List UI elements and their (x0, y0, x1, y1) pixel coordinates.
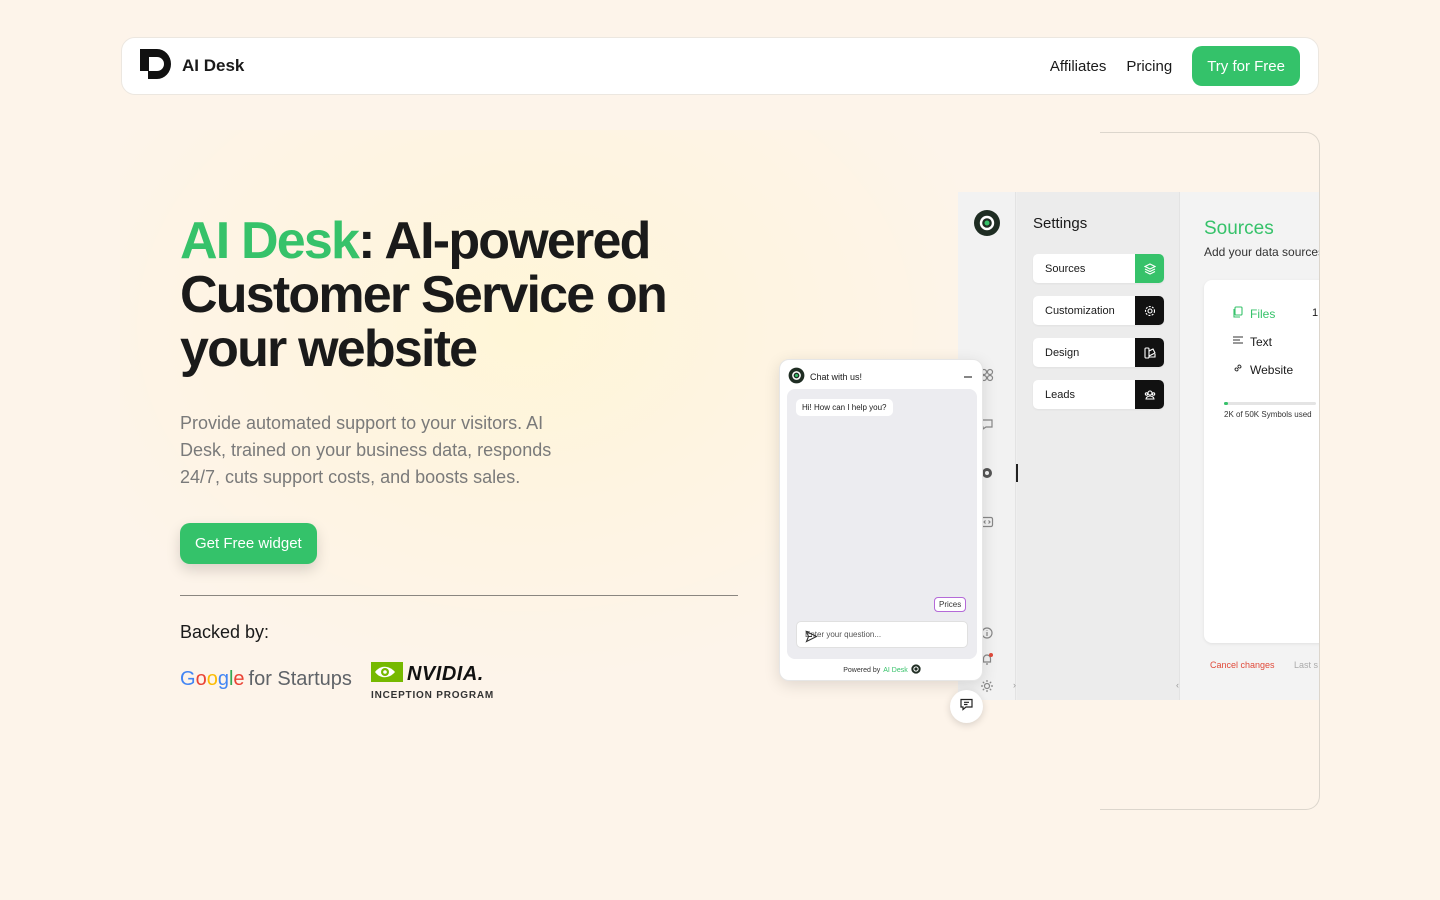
source-tab-files[interactable]: Files (1232, 306, 1275, 321)
collapse-chevron-icon[interactable]: ‹ (1176, 680, 1179, 690)
usage-progress-bar (1224, 402, 1316, 405)
settings-item-customization[interactable]: Customization (1033, 296, 1164, 325)
chat-launcher-button[interactable] (950, 690, 983, 723)
powered-by-brand[interactable]: AI Desk (883, 667, 908, 674)
brand-name: AI Desk (182, 56, 245, 75)
source-tab-label: Text (1250, 334, 1273, 349)
quick-reply-prices[interactable]: Prices (934, 597, 967, 612)
cog-icon (1135, 296, 1164, 325)
nvidia-inception-logo: NVIDIA. INCEPTION PROGRAM (371, 662, 494, 701)
source-tab-website[interactable]: Website (1232, 362, 1293, 377)
chat-header-title: Chat with us! (810, 371, 863, 382)
users-icon (1135, 380, 1164, 409)
brand[interactable]: AI Desk (140, 48, 245, 84)
text-cursor (1016, 464, 1018, 482)
google-wordmark: Google (180, 668, 245, 690)
settings-item-label: Design (1045, 346, 1080, 359)
chat-logo-icon (788, 367, 805, 386)
palette-icon (1135, 338, 1164, 367)
app-logo-icon (973, 209, 1001, 242)
nvidia-subtitle: INCEPTION PROGRAM (371, 690, 495, 701)
settings-item-label: Customization (1045, 304, 1115, 317)
settings-item-label: Sources (1045, 262, 1086, 275)
sources-panel: Sources Add your data sources Files 1 Te… (1180, 192, 1319, 700)
sources-title: Sources (1204, 218, 1274, 239)
settings-item-label: Leads (1045, 388, 1075, 401)
nav-link-affiliates[interactable]: Affiliates (1050, 58, 1106, 75)
bot-message: Hi! How can I help you? (796, 399, 893, 416)
minimize-icon[interactable] (963, 368, 973, 378)
files-count: 1 (1312, 307, 1319, 319)
settings-title: Settings (1033, 215, 1088, 232)
powered-logo-icon (911, 664, 921, 676)
hero-title-accent: AI Desk (180, 212, 360, 270)
settings-item-design[interactable]: Design (1033, 338, 1164, 367)
sources-card: Files 1 Text Website 2K of 50K Symbols u… (1204, 280, 1319, 643)
logo-icon (140, 48, 173, 84)
try-for-free-button[interactable]: Try for Free (1192, 46, 1300, 86)
settings-item-leads[interactable]: Leads (1033, 380, 1164, 409)
powered-by-prefix: Powered by (843, 666, 881, 674)
settings-panel: Settings Sources Customization Design Le… (1017, 192, 1180, 700)
hero-subtitle: Provide automated support to your visito… (180, 413, 552, 487)
last-saved-text: Last s (1294, 660, 1319, 670)
send-icon[interactable] (805, 630, 959, 645)
top-nav: AI Desk Affiliates Pricing Try for Free (121, 37, 1319, 95)
chat-bubble-icon (959, 697, 974, 717)
sources-subtitle: Add your data sources (1204, 245, 1319, 259)
sun-icon[interactable] (980, 679, 994, 693)
hero-title: AI Desk: AI-powered Customer Service on … (180, 214, 740, 376)
powered-by: Powered by AI Desk (780, 664, 984, 676)
divider (180, 595, 738, 596)
chat-messages: Hi! How can I help you? Prices Enter you… (787, 389, 977, 659)
usage-text: 2K of 50K Symbols used (1224, 410, 1312, 419)
chat-widget: Chat with us! Hi! How can I help you? Pr… (779, 359, 983, 681)
google-suffix: for Startups (248, 668, 352, 690)
usage-progress-fill (1224, 402, 1228, 405)
source-tab-label: Files (1250, 306, 1276, 321)
chat-input[interactable]: Enter your question... (796, 621, 968, 648)
chat-header: Chat with us! (788, 367, 862, 386)
layers-icon (1135, 254, 1164, 283)
nav-menu: Affiliates Pricing Try for Free (1050, 46, 1300, 86)
google-for-startups-logo: Google for Startups (180, 668, 352, 691)
backed-by-label: Backed by: (180, 622, 270, 642)
settings-item-sources[interactable]: Sources (1033, 254, 1164, 283)
files-icon (1232, 306, 1244, 321)
source-tab-text[interactable]: Text (1232, 334, 1272, 349)
source-tab-label: Website (1250, 362, 1294, 377)
nav-link-pricing[interactable]: Pricing (1126, 58, 1172, 75)
link-icon (1232, 362, 1244, 377)
nvidia-eye-icon (371, 662, 403, 687)
collapse-chevron-icon[interactable]: › (1013, 680, 1016, 690)
dashboard-preview: › Settings Sources Customization Design … (958, 192, 1319, 700)
get-free-widget-button[interactable]: Get Free widget (180, 523, 317, 564)
text-lines-icon (1232, 334, 1244, 349)
cancel-changes-button[interactable]: Cancel changes (1210, 660, 1275, 670)
nvidia-wordmark: NVIDIA. (407, 663, 484, 685)
